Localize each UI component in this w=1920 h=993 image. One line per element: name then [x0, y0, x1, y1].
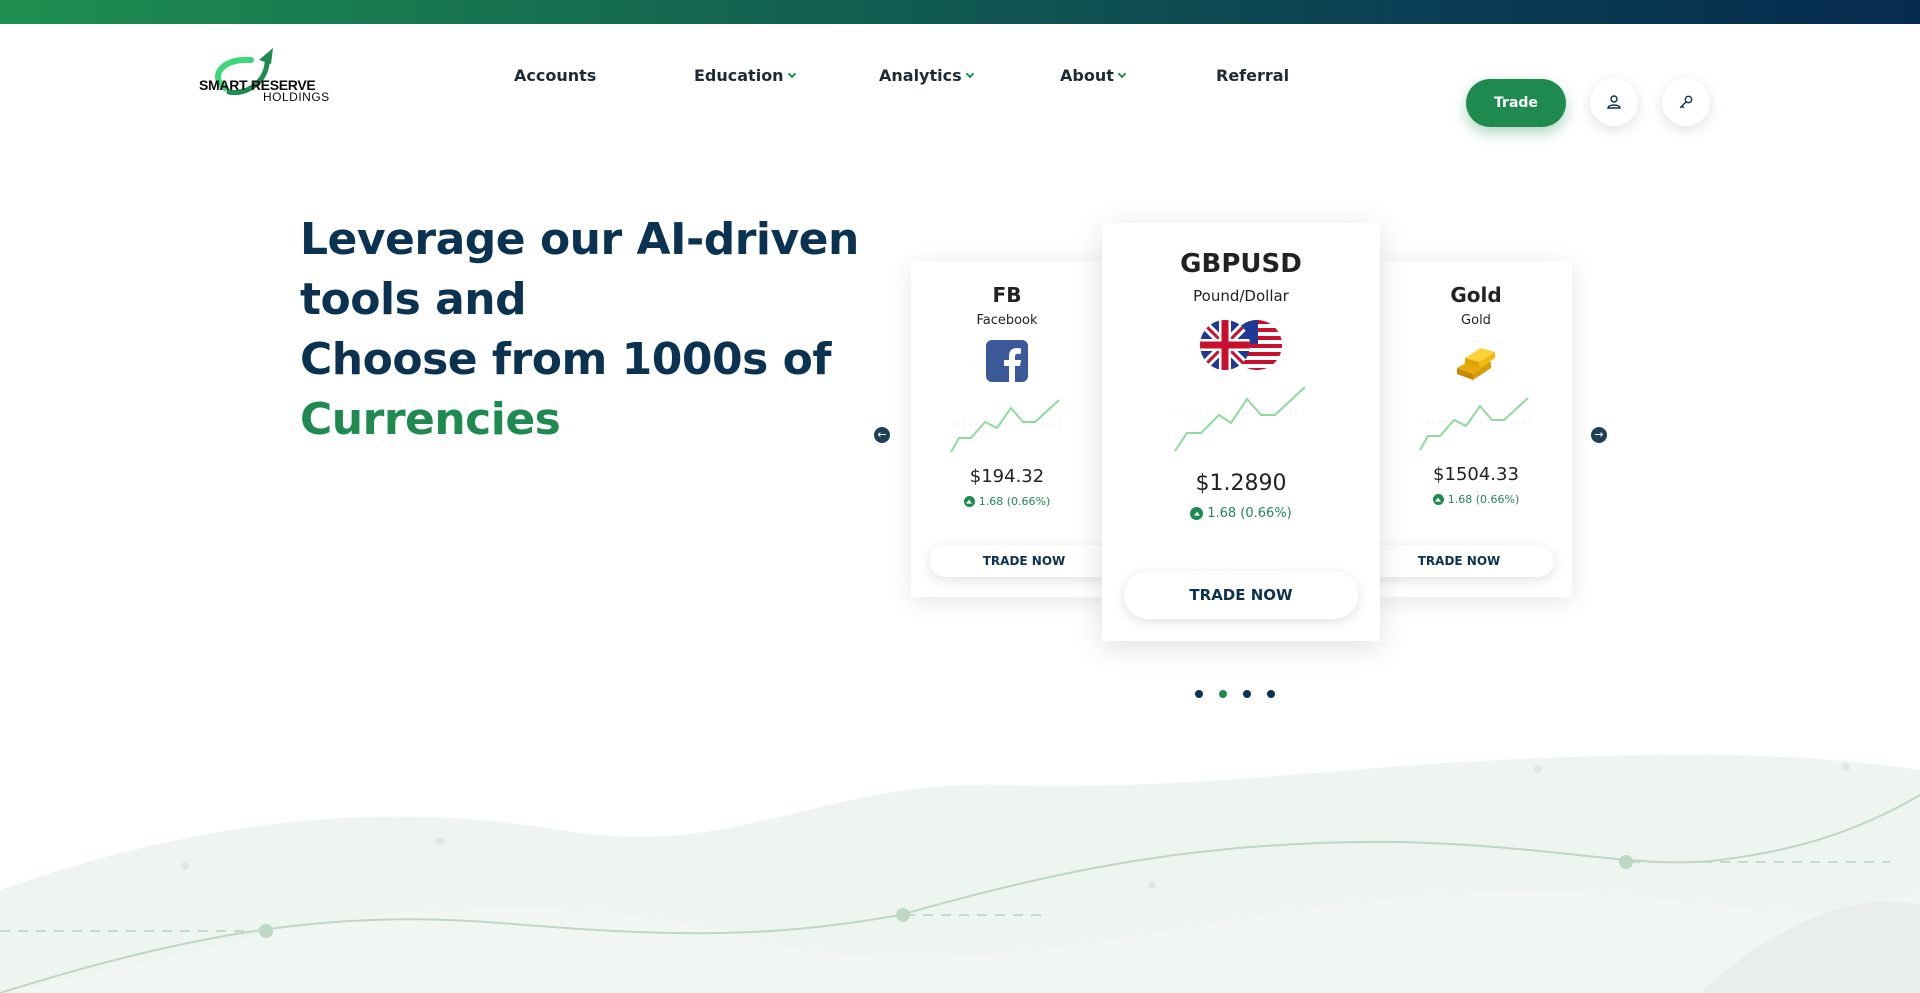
arrow-up-circle-icon [1432, 494, 1444, 505]
login-key-button[interactable] [1662, 78, 1710, 126]
card-name: Pound/Dollar [1193, 287, 1289, 305]
hero-line-3: Choose from 1000s of [300, 334, 832, 385]
asset-card-gold: Gold Gold $1504.33 1.68 (0.66%) TRADE NO… [1364, 261, 1572, 597]
nav-referral[interactable]: Referral [1216, 66, 1289, 85]
card-sparkline [1174, 386, 1307, 452]
carousel-dot-active[interactable] [1219, 690, 1227, 698]
card-price: $194.32 [969, 466, 1045, 487]
card-change-value: 1.68 (0.66%) [1447, 493, 1520, 506]
nav-analytics-label: Analytics [879, 66, 962, 85]
arrow-up-circle-icon [963, 496, 975, 507]
card-symbol: GBPUSD [1180, 249, 1302, 279]
card-change-value: 1.68 (0.66%) [1207, 506, 1292, 521]
arrow-up-circle-icon [1190, 507, 1204, 520]
top-accent-bar [0, 0, 1920, 24]
key-icon [1679, 95, 1693, 109]
arrow-left-icon: ← [877, 428, 887, 441]
card-change: 1.68 (0.66%) [1102, 506, 1380, 521]
nav-education[interactable]: Education [694, 66, 796, 85]
decorative-wave-background [0, 754, 1920, 993]
card-price: $1504.33 [1433, 464, 1519, 485]
carousel-dot[interactable] [1195, 690, 1203, 698]
card-price: $1.2890 [1195, 471, 1287, 496]
asset-card-fb: FB Facebook $194.32 1.68 (0.66%) TRADE N… [911, 261, 1119, 597]
chevron-down-icon [1117, 69, 1127, 79]
hero-accent: Currencies [300, 394, 561, 445]
card-symbol: FB [992, 283, 1022, 307]
card-change: 1.68 (0.66%) [911, 495, 1103, 508]
user-icon [1607, 95, 1621, 109]
site-header: SMART RESERVE HOLDINGS Accounts Educatio… [0, 24, 1920, 132]
gold-bars-icon [1457, 348, 1495, 380]
carousel-dot[interactable] [1267, 690, 1275, 698]
chevron-down-icon [787, 69, 796, 79]
card-name: Facebook [976, 313, 1038, 328]
nav-referral-label: Referral [1216, 66, 1290, 85]
carousel-pagination [1195, 690, 1275, 698]
carousel-next-button[interactable]: → [1591, 427, 1607, 443]
card-change-value: 1.68 (0.66%) [978, 495, 1051, 508]
card-sparkline [1419, 397, 1532, 451]
brand-logo[interactable]: SMART RESERVE HOLDINGS [199, 44, 339, 104]
facebook-icon [986, 340, 1028, 382]
asset-card-gbpusd: GBPUSD Pound/Dollar $1.2890 1.68 (0.66%)… [1102, 223, 1380, 641]
nav-analytics[interactable]: Analytics [879, 66, 974, 85]
card-symbol: Gold [1450, 283, 1502, 307]
uk-us-flags-icon [1200, 320, 1282, 370]
nav-about[interactable]: About [1060, 66, 1127, 85]
trade-now-button[interactable]: TRADE NOW [929, 545, 1119, 577]
carousel-prev-button[interactable]: ← [874, 427, 890, 443]
card-change: 1.68 (0.66%) [1380, 493, 1572, 506]
chevron-down-icon [965, 69, 974, 79]
nav-education-label: Education [694, 66, 784, 85]
nav-accounts-label: Accounts [514, 66, 597, 85]
trade-now-button[interactable]: TRADE NOW [1124, 571, 1358, 619]
trade-now-button[interactable]: TRADE NOW [1364, 545, 1554, 577]
card-name: Gold [1461, 313, 1491, 328]
card-sparkline [950, 399, 1063, 453]
arrow-right-icon: → [1594, 428, 1604, 441]
hero-title: Leverage our AI-driven tools and Choose … [300, 210, 860, 450]
carousel-dot[interactable] [1243, 690, 1251, 698]
nav-accounts[interactable]: Accounts [514, 66, 596, 85]
hero-line-1: Leverage our AI-driven [300, 214, 859, 265]
logo-name-line2: HOLDINGS [263, 90, 330, 104]
account-button[interactable] [1590, 78, 1638, 126]
trade-button[interactable]: Trade [1466, 79, 1566, 127]
hero-line-2: tools and [300, 274, 527, 325]
nav-about-label: About [1060, 66, 1114, 85]
